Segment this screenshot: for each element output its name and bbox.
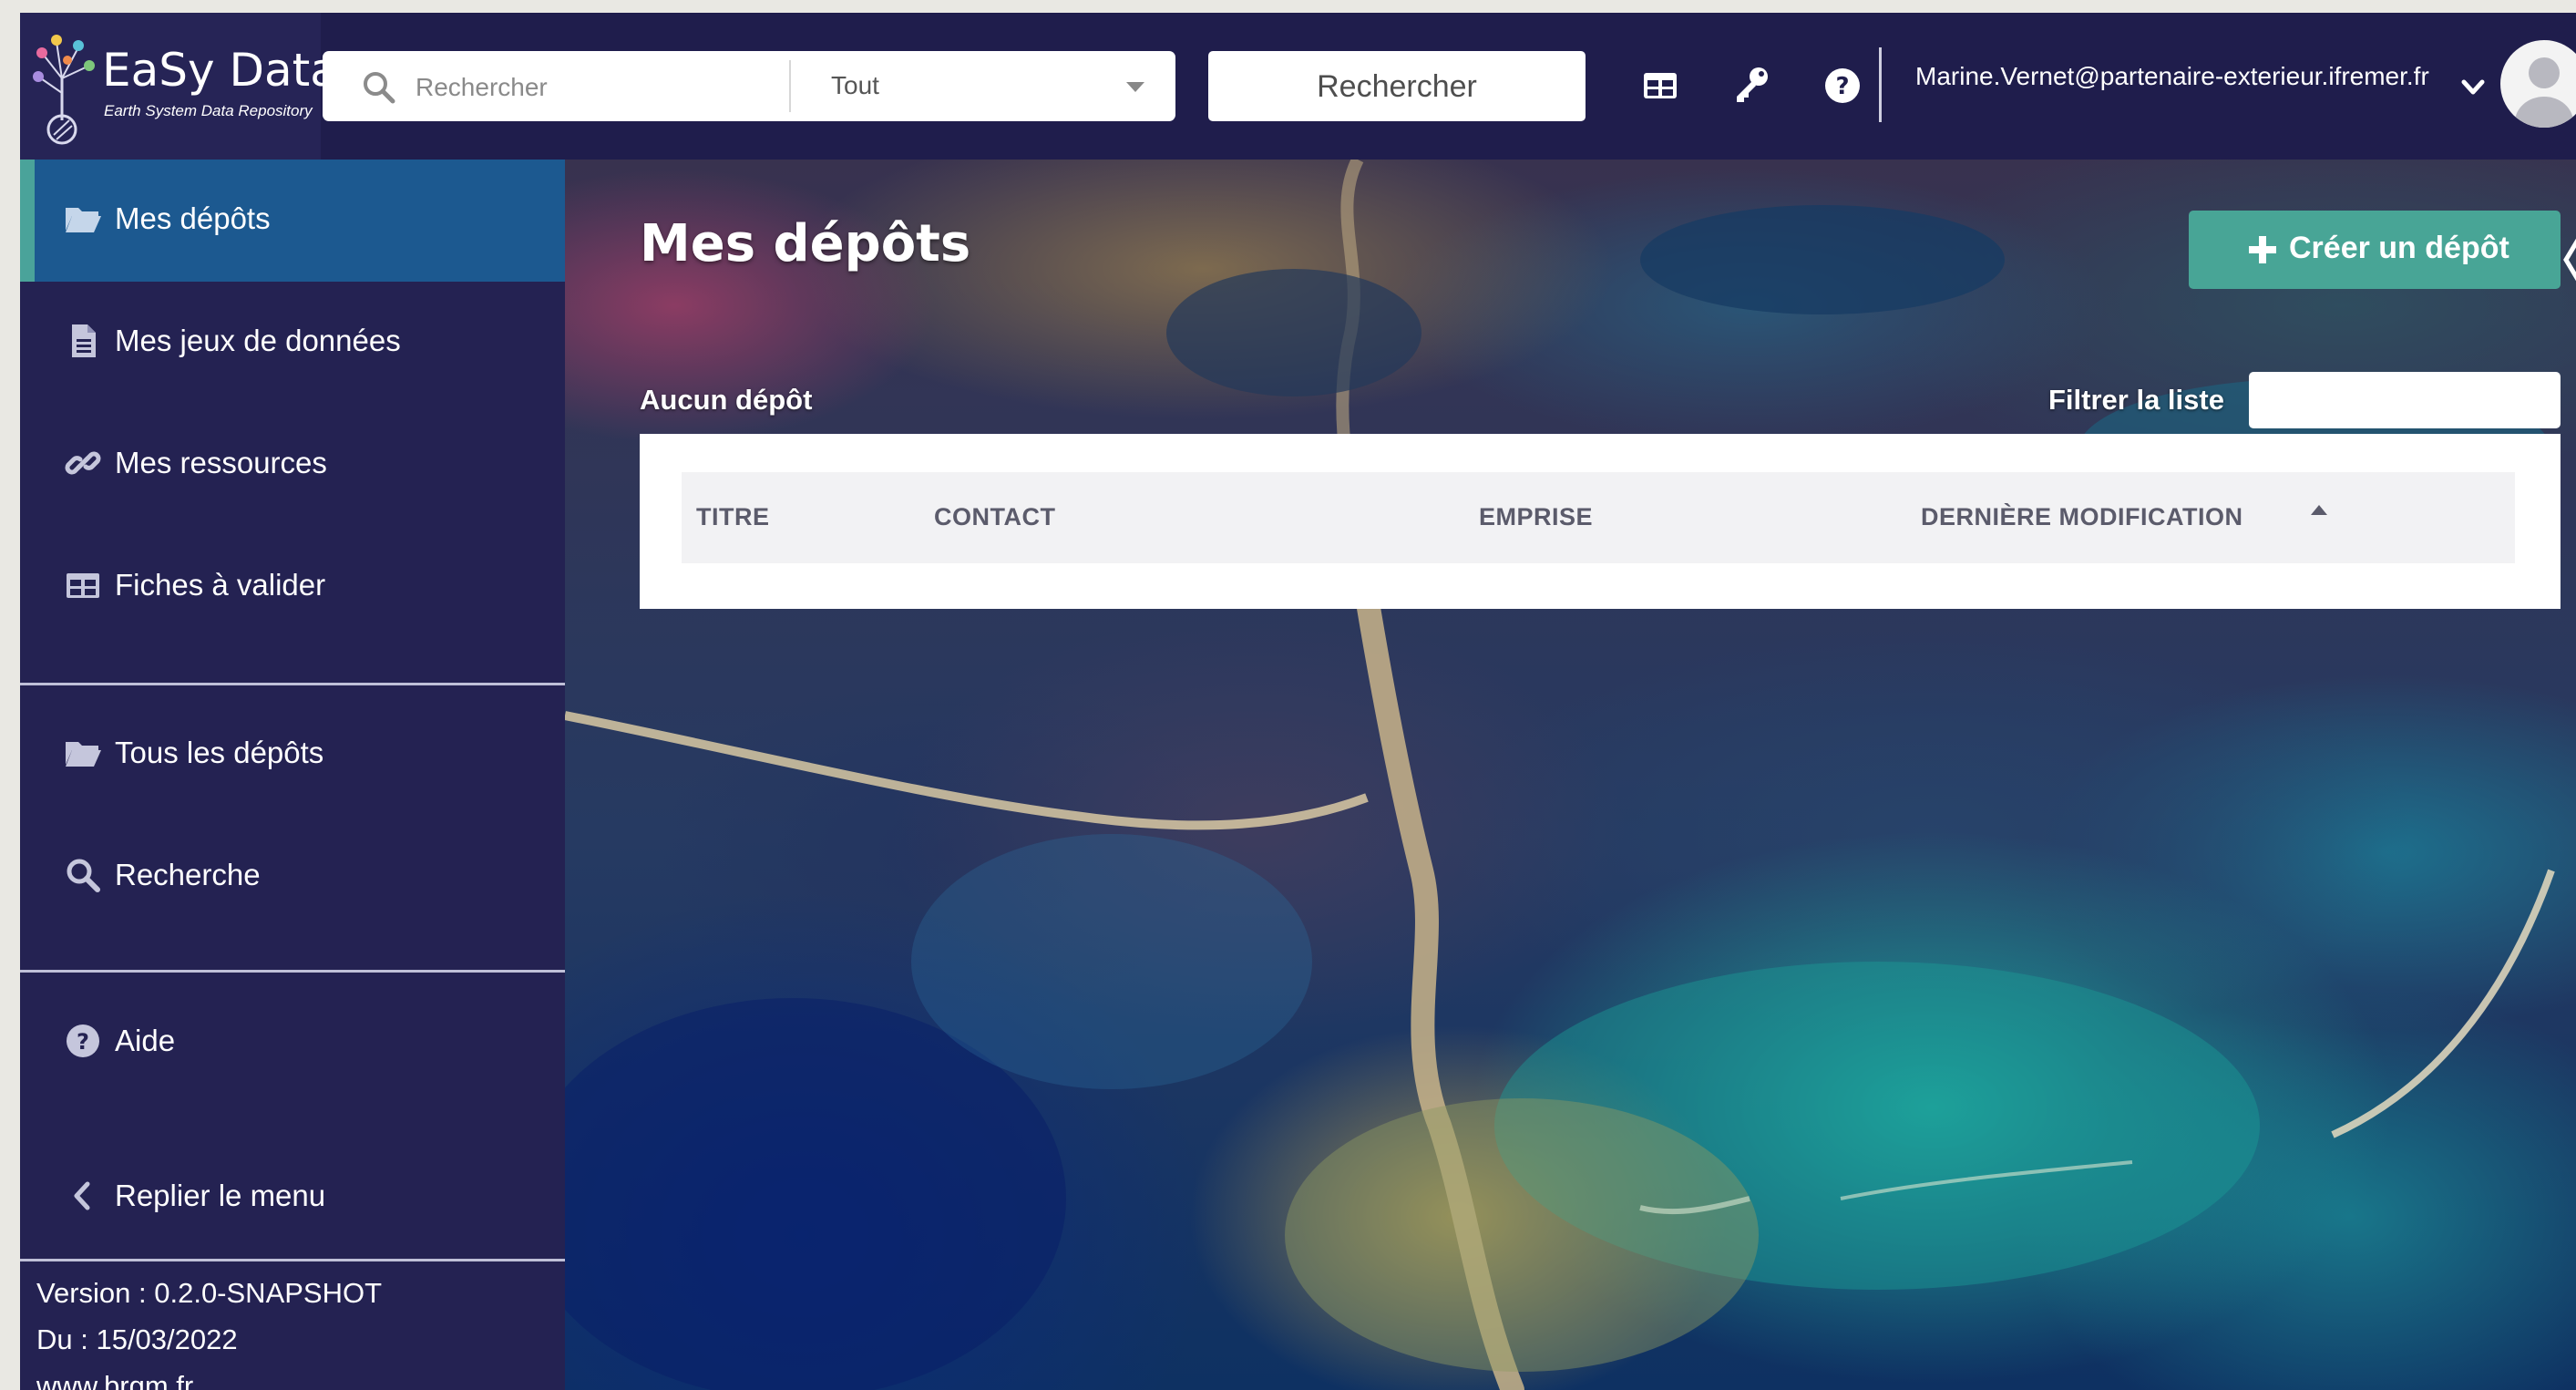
app-window: EaSy Data Earth System Data Repository T… — [20, 13, 2576, 1390]
search-scope-value: Tout — [831, 71, 879, 99]
sidebar-item-label: Tous les dépôts — [115, 736, 324, 769]
logo[interactable]: EaSy Data Earth System Data Repository — [20, 13, 338, 160]
top-bar: EaSy Data Earth System Data Repository T… — [20, 13, 2576, 160]
svg-text:?: ? — [1835, 73, 1849, 100]
filter-input[interactable] — [2249, 372, 2561, 428]
sidebar-divider — [20, 970, 565, 973]
sidebar-item-label: Mes jeux de données — [115, 324, 401, 357]
link-icon — [65, 451, 101, 475]
user-email[interactable]: Marine.Vernet@partenaire-exterieur.ifrem… — [1915, 62, 2429, 91]
sidebar-item-label: Recherche — [115, 858, 261, 891]
table-icon — [67, 573, 99, 598]
build-date-text: Du : 15/03/2022 — [36, 1323, 238, 1355]
plus-icon — [2249, 236, 2276, 263]
help-circle-icon[interactable]: ? — [1815, 58, 1870, 113]
sidebar-item-label: Mes dépôts — [115, 201, 271, 235]
column-header-titre[interactable]: TITRE — [696, 503, 770, 531]
search-bar: Tout — [323, 51, 1175, 123]
sidebar-item-label: Replier le menu — [115, 1179, 326, 1212]
header-separator — [1879, 47, 1882, 122]
sidebar-item-mes-ressources[interactable]: Mes ressources — [20, 404, 565, 526]
grid-icon[interactable] — [1633, 58, 1688, 113]
user-avatar-icon — [2515, 57, 2573, 128]
sidebar: Mes dépôts Mes jeux de données Mes resso… — [20, 160, 565, 1390]
sidebar-item-label: Fiches à valider — [115, 568, 326, 602]
file-icon — [72, 324, 96, 357]
svg-text:?: ? — [77, 1029, 89, 1055]
site-link[interactable]: www.brgm.fr — [36, 1370, 193, 1390]
tree-logo-icon — [33, 35, 95, 145]
sort-ascending-icon[interactable] — [2311, 505, 2327, 515]
app-tagline: Earth System Data Repository — [104, 102, 313, 119]
sidebar-divider — [20, 1259, 565, 1261]
table-header: TITRE CONTACT EMPRISE DERNIÈRE MODIFICAT… — [682, 472, 2515, 563]
chevron-down-icon[interactable] — [2455, 69, 2491, 106]
search-input[interactable] — [414, 51, 727, 123]
search-icon — [67, 859, 100, 892]
sidebar-item-tous-les-depots[interactable]: Tous les dépôts — [20, 694, 565, 816]
sidebar-item-aide[interactable]: ? Aide — [20, 982, 565, 1104]
sidebar-item-label: Mes ressources — [115, 446, 327, 479]
filter-label: Filtrer la liste — [2048, 384, 2224, 416]
sidebar-item-recherche[interactable]: Recherche — [20, 816, 565, 938]
help-circle-icon: ? — [67, 1024, 99, 1057]
app-name: EaSy Data — [102, 44, 338, 97]
folder-open-icon — [66, 208, 101, 232]
version-text: Version : 0.2.0-SNAPSHOT — [36, 1277, 383, 1309]
main-content: Mes dépôts Créer un dépôt Aucun dépôt Fi… — [565, 160, 2576, 1390]
create-deposit-label: Créer un dépôt — [2289, 231, 2509, 265]
sidebar-item-fiches-a-valider[interactable]: Fiches à valider — [20, 526, 565, 648]
column-header-emprise[interactable]: EMPRISE — [1479, 503, 1593, 531]
caret-down-icon — [1126, 82, 1144, 92]
search-button[interactable]: Rechercher — [1208, 51, 1586, 121]
sidebar-item-mes-jeux-de-donnees[interactable]: Mes jeux de données — [20, 282, 565, 404]
column-header-contact[interactable]: CONTACT — [934, 503, 1055, 531]
sidebar-item-mes-depots[interactable]: Mes dépôts — [20, 160, 565, 282]
search-scope-select[interactable]: Tout — [791, 51, 1175, 121]
sidebar-divider — [20, 683, 565, 685]
create-deposit-button[interactable]: Créer un dépôt — [2189, 211, 2561, 289]
sidebar-item-label: Aide — [115, 1024, 176, 1057]
chevron-left-icon — [74, 1181, 90, 1210]
empty-state-text: Aucun dépôt — [640, 384, 813, 416]
key-icon[interactable] — [1724, 58, 1779, 113]
chevron-left-icon[interactable] — [2561, 214, 2576, 305]
avatar[interactable] — [2500, 40, 2576, 128]
column-header-derniere-modification[interactable]: DERNIÈRE MODIFICATION — [1921, 503, 2243, 531]
folder-open-icon — [66, 742, 101, 767]
page-title: Mes dépôts — [640, 214, 971, 273]
search-icon — [364, 72, 395, 104]
sidebar-item-replier-le-menu[interactable]: Replier le menu — [20, 1137, 565, 1259]
deposits-table: TITRE CONTACT EMPRISE DERNIÈRE MODIFICAT… — [640, 434, 2561, 609]
satellite-background-image — [565, 160, 2555, 1390]
